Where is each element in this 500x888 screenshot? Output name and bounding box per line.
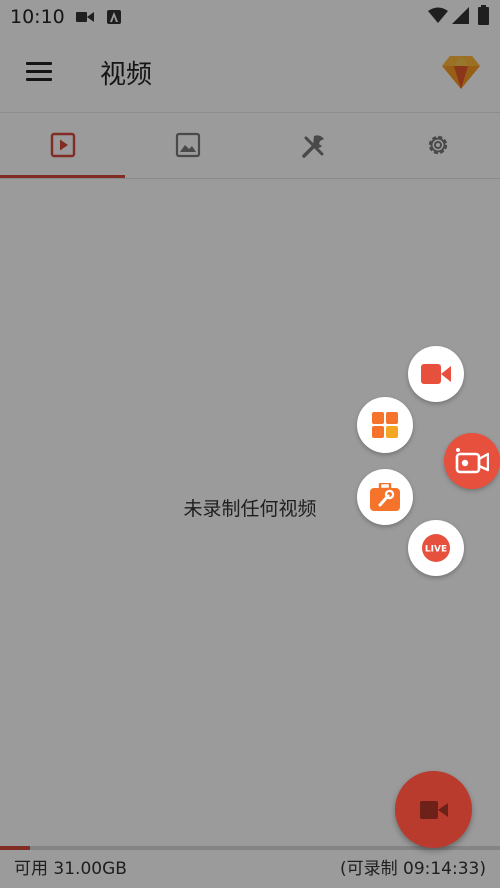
dim-overlay[interactable] (0, 0, 500, 888)
floating-main-bubble[interactable] (444, 433, 500, 489)
apps-bubble[interactable] (357, 397, 413, 453)
toolbox-icon (370, 483, 400, 511)
video-camera-icon (421, 364, 451, 384)
live-icon: LIVE (422, 534, 450, 562)
toolbox-bubble[interactable] (357, 469, 413, 525)
grid-icon (372, 412, 398, 438)
record-fab[interactable] (395, 771, 472, 848)
camcorder-icon (455, 448, 489, 474)
video-camera-icon (419, 800, 448, 819)
record-bubble[interactable] (408, 346, 464, 402)
live-bubble[interactable]: LIVE (408, 520, 464, 576)
live-label: LIVE (425, 545, 447, 555)
